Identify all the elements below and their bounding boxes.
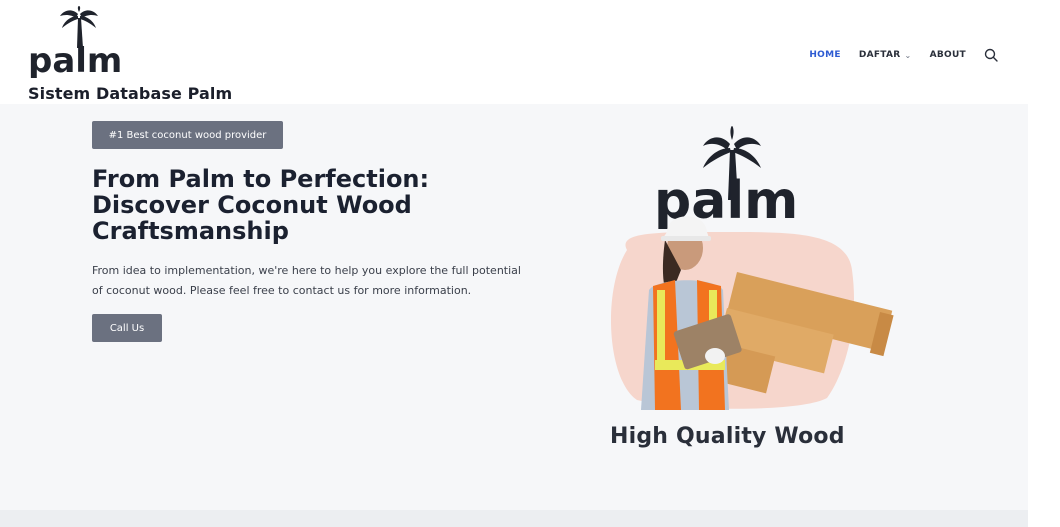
site-header: palm Sistem Database Palm HOME DAFTAR ⌄ A… bbox=[0, 0, 1060, 104]
nav-daftar[interactable]: DAFTAR ⌄ bbox=[859, 50, 912, 60]
main-nav: HOME DAFTAR ⌄ ABOUT bbox=[809, 48, 998, 62]
site-title: Sistem Database Palm bbox=[28, 84, 233, 103]
hero-title: From Palm to Perfection: Discover Coconu… bbox=[92, 165, 430, 245]
nav-home-label: HOME bbox=[809, 50, 841, 60]
hero-badge: #1 Best coconut wood provider bbox=[92, 121, 283, 149]
nav-about[interactable]: ABOUT bbox=[930, 50, 966, 60]
hero-description: From idea to implementation, we're here … bbox=[92, 264, 521, 297]
nav-about-label: ABOUT bbox=[929, 50, 966, 60]
nav-daftar-label: DAFTAR bbox=[858, 50, 901, 60]
hero-image: palm bbox=[610, 126, 894, 410]
nav-home[interactable]: HOME bbox=[809, 50, 841, 60]
hero-image-caption: High Quality Wood bbox=[610, 424, 845, 449]
page: palm Sistem Database Palm HOME DAFTAR ⌄ A… bbox=[0, 0, 1060, 527]
search-icon[interactable] bbox=[984, 48, 998, 62]
palm-logo[interactable]: palm bbox=[28, 6, 124, 78]
call-us-button[interactable]: Call Us bbox=[92, 314, 162, 342]
chevron-down-icon: ⌄ bbox=[904, 50, 912, 60]
next-section-edge bbox=[0, 510, 1028, 527]
logo-wordmark: palm bbox=[28, 41, 122, 78]
